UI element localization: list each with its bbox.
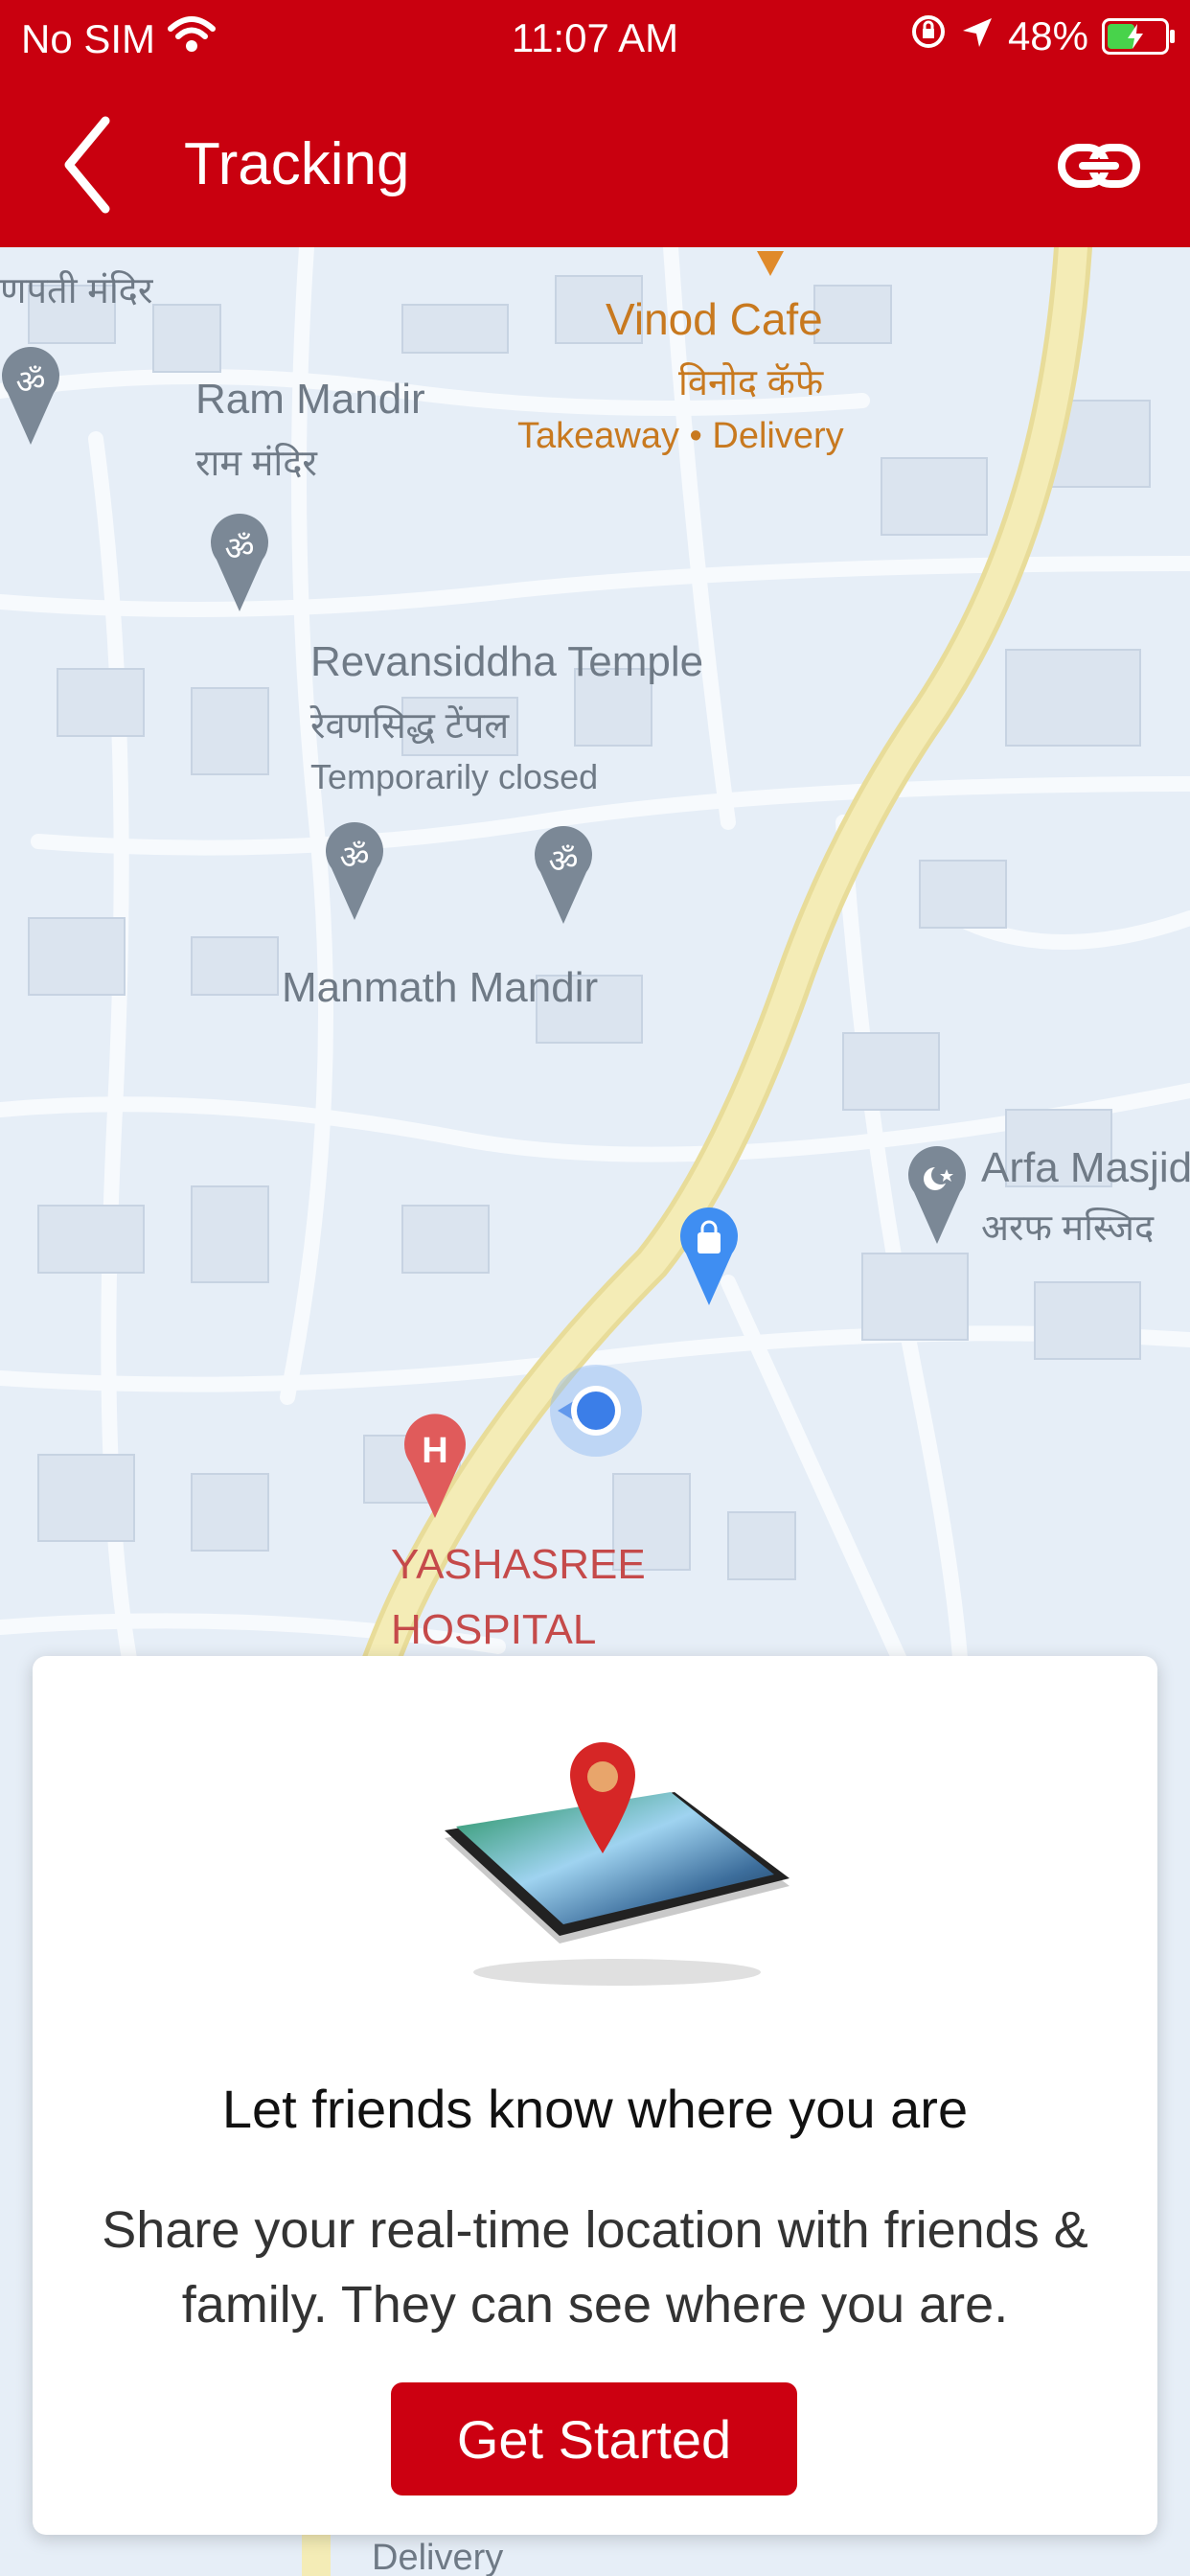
back-button[interactable] bbox=[56, 113, 123, 217]
current-location-icon bbox=[550, 1365, 642, 1457]
svg-text:ॐ: ॐ bbox=[339, 839, 369, 877]
battery-percent: 48% bbox=[1007, 13, 1088, 58]
card-description: Share your real-time location with frien… bbox=[102, 2201, 1088, 2334]
revansiddha-status-label: Temporarily closed bbox=[310, 757, 599, 796]
phone-location-pin-illustration bbox=[445, 1742, 790, 1986]
rotation-lock-icon bbox=[910, 13, 947, 59]
vinod-cafe-label: Vinod Cafe bbox=[606, 294, 823, 344]
arfa-masjid-label: Arfa Masjid bbox=[981, 1144, 1190, 1191]
card-title: Let friends know where you are bbox=[221, 2079, 969, 2139]
cafe-pin-icon[interactable] bbox=[753, 247, 788, 276]
location-share-card: Let friends know where you are Share you… bbox=[33, 1656, 1157, 2535]
app-header: Tracking bbox=[0, 80, 1190, 247]
get-started-button[interactable]: Get Started bbox=[391, 2382, 797, 2496]
revansiddha-hi-label: रेवणसिद्ध टेंपल bbox=[310, 706, 510, 747]
link-icon bbox=[1058, 144, 1140, 188]
arfa-masjid-hi-label: अरफ मस्जिद bbox=[981, 1208, 1155, 1249]
ram-mandir-label: Ram Mandir bbox=[195, 376, 425, 423]
status-right: 48% bbox=[910, 13, 1175, 59]
shopping-pin-icon[interactable] bbox=[678, 1200, 740, 1315]
hospital-pin-icon[interactable]: H bbox=[402, 1407, 468, 1528]
manmath-mandir-pin-icon[interactable]: ॐ bbox=[533, 818, 594, 933]
mosque-pin-icon[interactable] bbox=[906, 1138, 968, 1254]
svg-text:ॐ: ॐ bbox=[224, 530, 254, 568]
svg-text:H: H bbox=[422, 1431, 447, 1471]
temple-pin-icon[interactable]: ॐ bbox=[0, 339, 61, 454]
manmath-mandir-label: Manmath Mandir bbox=[282, 964, 599, 1011]
ganpati-mandir-hi-label: णपती मंदिर bbox=[0, 271, 153, 311]
location-arrow-icon bbox=[960, 13, 995, 59]
hospital-label-line2: HOSPITAL bbox=[391, 1606, 597, 1653]
vinod-cafe-hi-label: विनोद कॅफे bbox=[678, 363, 824, 403]
svg-text:ॐ: ॐ bbox=[548, 842, 578, 881]
bottom-delivery-label: Delivery bbox=[372, 2538, 504, 2576]
chevron-left-icon bbox=[64, 116, 110, 214]
battery-charging-icon bbox=[1102, 18, 1175, 55]
page-title: Tracking bbox=[184, 131, 410, 197]
svg-text:ॐ: ॐ bbox=[15, 363, 45, 402]
vinod-cafe-services-label: Takeaway • Delivery bbox=[517, 416, 844, 456]
share-link-button[interactable] bbox=[1056, 132, 1142, 199]
status-bar: No SIM 11:07 AM 48% bbox=[0, 0, 1190, 80]
revansiddha-pin-icon[interactable]: ॐ bbox=[324, 815, 385, 930]
hospital-label-line1: YASHASREE bbox=[391, 1541, 646, 1588]
ram-mandir-hi-label: राम मंदिर bbox=[195, 444, 317, 484]
ram-mandir-pin-icon[interactable]: ॐ bbox=[209, 506, 270, 621]
revansiddha-label: Revansiddha Temple bbox=[310, 638, 704, 685]
